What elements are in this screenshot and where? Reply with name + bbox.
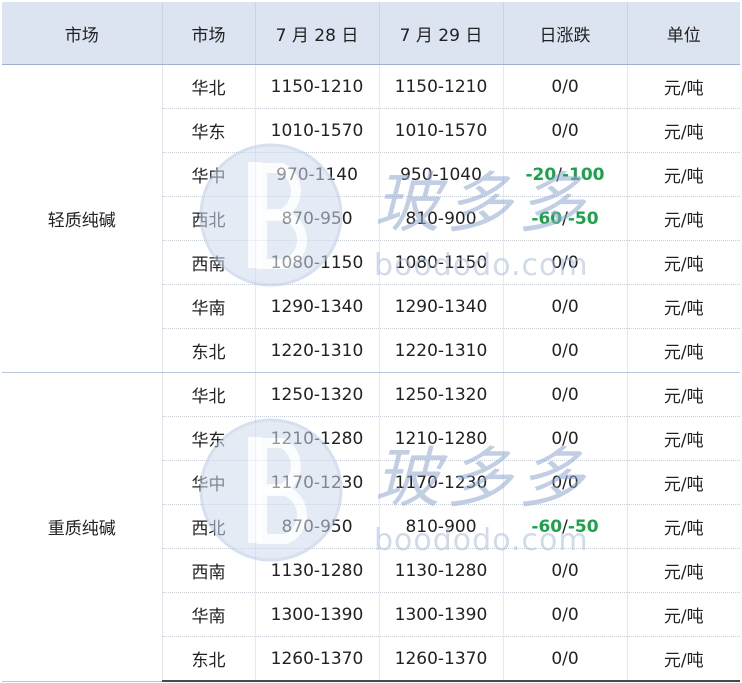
change-value-b: -50	[567, 208, 599, 229]
unit-cell: 元/吨	[627, 152, 740, 197]
jul28-cell: 1080-1150	[255, 240, 380, 285]
header-group: 市场	[2, 2, 163, 65]
jul28-cell: 1210-1280	[255, 416, 380, 461]
unit-cell: 元/吨	[627, 108, 740, 153]
jul28-cell: 1150-1210	[255, 64, 380, 109]
market-cell: 西北	[162, 196, 256, 241]
jul29-cell: 1290-1340	[379, 284, 504, 329]
jul29-cell: 950-1040	[379, 152, 504, 197]
header-unit: 单位	[627, 2, 740, 65]
change-cell: 0/0	[503, 328, 628, 373]
change-cell: 0/0	[503, 108, 628, 153]
unit-cell: 元/吨	[627, 196, 740, 241]
market-cell: 东北	[162, 328, 256, 373]
table-header: 市场 市场 7 月 28 日 7 月 29 日 日涨跌 单位	[2, 2, 740, 65]
jul29-cell: 810-900	[379, 504, 504, 549]
change-cell: 0/0	[503, 240, 628, 285]
jul29-cell: 1220-1310	[379, 328, 504, 373]
change-cell: 0/0	[503, 460, 628, 505]
market-cell: 华中	[162, 152, 256, 197]
market-cell: 华东	[162, 108, 256, 153]
unit-cell: 元/吨	[627, 64, 740, 109]
change-cell: 0/0	[503, 416, 628, 461]
price-table: 市场 市场 7 月 28 日 7 月 29 日 日涨跌 单位 轻质纯碱 华北 115…	[2, 2, 740, 682]
group-name-cell: 重质纯碱	[2, 372, 163, 682]
market-cell: 华东	[162, 416, 256, 461]
market-cell: 华北	[162, 372, 256, 417]
table-body: 轻质纯碱 华北 1150-1210 1150-1210 0/0 元/吨 华东 1010-157…	[2, 64, 740, 682]
header-jul29: 7 月 29 日	[379, 2, 504, 65]
unit-cell: 元/吨	[627, 328, 740, 373]
group-name-cell: 轻质纯碱	[2, 64, 163, 373]
change-cell: 0/0	[503, 284, 628, 329]
jul29-cell: 1250-1320	[379, 372, 504, 417]
jul29-cell: 1150-1210	[379, 64, 504, 109]
unit-cell: 元/吨	[627, 460, 740, 505]
change-cell: 0/0	[503, 548, 628, 593]
jul29-cell: 1300-1390	[379, 592, 504, 637]
unit-cell: 元/吨	[627, 592, 740, 637]
jul29-cell: 1130-1280	[379, 548, 504, 593]
header-row: 市场 市场 7 月 28 日 7 月 29 日 日涨跌 单位	[2, 2, 740, 65]
jul28-cell: 870-950	[255, 196, 380, 241]
change-cell: -20/-100	[503, 152, 628, 197]
market-cell: 华南	[162, 284, 256, 329]
jul28-cell: 1130-1280	[255, 548, 380, 593]
jul28-cell: 1010-1570	[255, 108, 380, 153]
change-cell: 0/0	[503, 592, 628, 637]
jul28-cell: 870-950	[255, 504, 380, 549]
change-cell: 0/0	[503, 372, 628, 417]
jul29-cell: 1010-1570	[379, 108, 504, 153]
unit-cell: 元/吨	[627, 504, 740, 549]
market-cell: 华北	[162, 64, 256, 109]
jul28-cell: 1170-1230	[255, 460, 380, 505]
change-value-b: -100	[561, 164, 605, 185]
market-cell: 东北	[162, 636, 256, 682]
unit-cell: 元/吨	[627, 636, 740, 682]
jul28-cell: 1260-1370	[255, 636, 380, 682]
market-cell: 华南	[162, 592, 256, 637]
change-cell: 0/0	[503, 636, 628, 682]
jul28-cell: 1220-1310	[255, 328, 380, 373]
jul29-cell: 1080-1150	[379, 240, 504, 285]
table-row: 重质纯碱 华北 1250-1320 1250-1320 0/0 元/吨	[2, 372, 740, 682]
jul28-cell: 970-1140	[255, 152, 380, 197]
unit-cell: 元/吨	[627, 416, 740, 461]
change-value-a: -60	[531, 208, 563, 229]
market-cell: 西南	[162, 240, 256, 285]
jul29-cell: 1170-1230	[379, 460, 504, 505]
unit-cell: 元/吨	[627, 372, 740, 417]
market-cell: 华中	[162, 460, 256, 505]
change-value-a: -20	[525, 164, 557, 185]
change-cell: -60/-50	[503, 196, 628, 241]
market-cell: 西北	[162, 504, 256, 549]
change-value-a: -60	[531, 516, 563, 537]
header-jul28: 7 月 28 日	[255, 2, 380, 65]
jul28-cell: 1250-1320	[255, 372, 380, 417]
unit-cell: 元/吨	[627, 548, 740, 593]
change-cell: 0/0	[503, 64, 628, 109]
jul28-cell: 1300-1390	[255, 592, 380, 637]
jul29-cell: 810-900	[379, 196, 504, 241]
header-market: 市场	[162, 2, 256, 65]
table-row: 轻质纯碱 华北 1150-1210 1150-1210 0/0 元/吨	[2, 64, 740, 373]
change-value-b: -50	[567, 516, 599, 537]
unit-cell: 元/吨	[627, 284, 740, 329]
unit-cell: 元/吨	[627, 240, 740, 285]
market-cell: 西南	[162, 548, 256, 593]
jul29-cell: 1210-1280	[379, 416, 504, 461]
change-cell: -60/-50	[503, 504, 628, 549]
header-change: 日涨跌	[503, 2, 628, 65]
jul28-cell: 1290-1340	[255, 284, 380, 329]
jul29-cell: 1260-1370	[379, 636, 504, 682]
